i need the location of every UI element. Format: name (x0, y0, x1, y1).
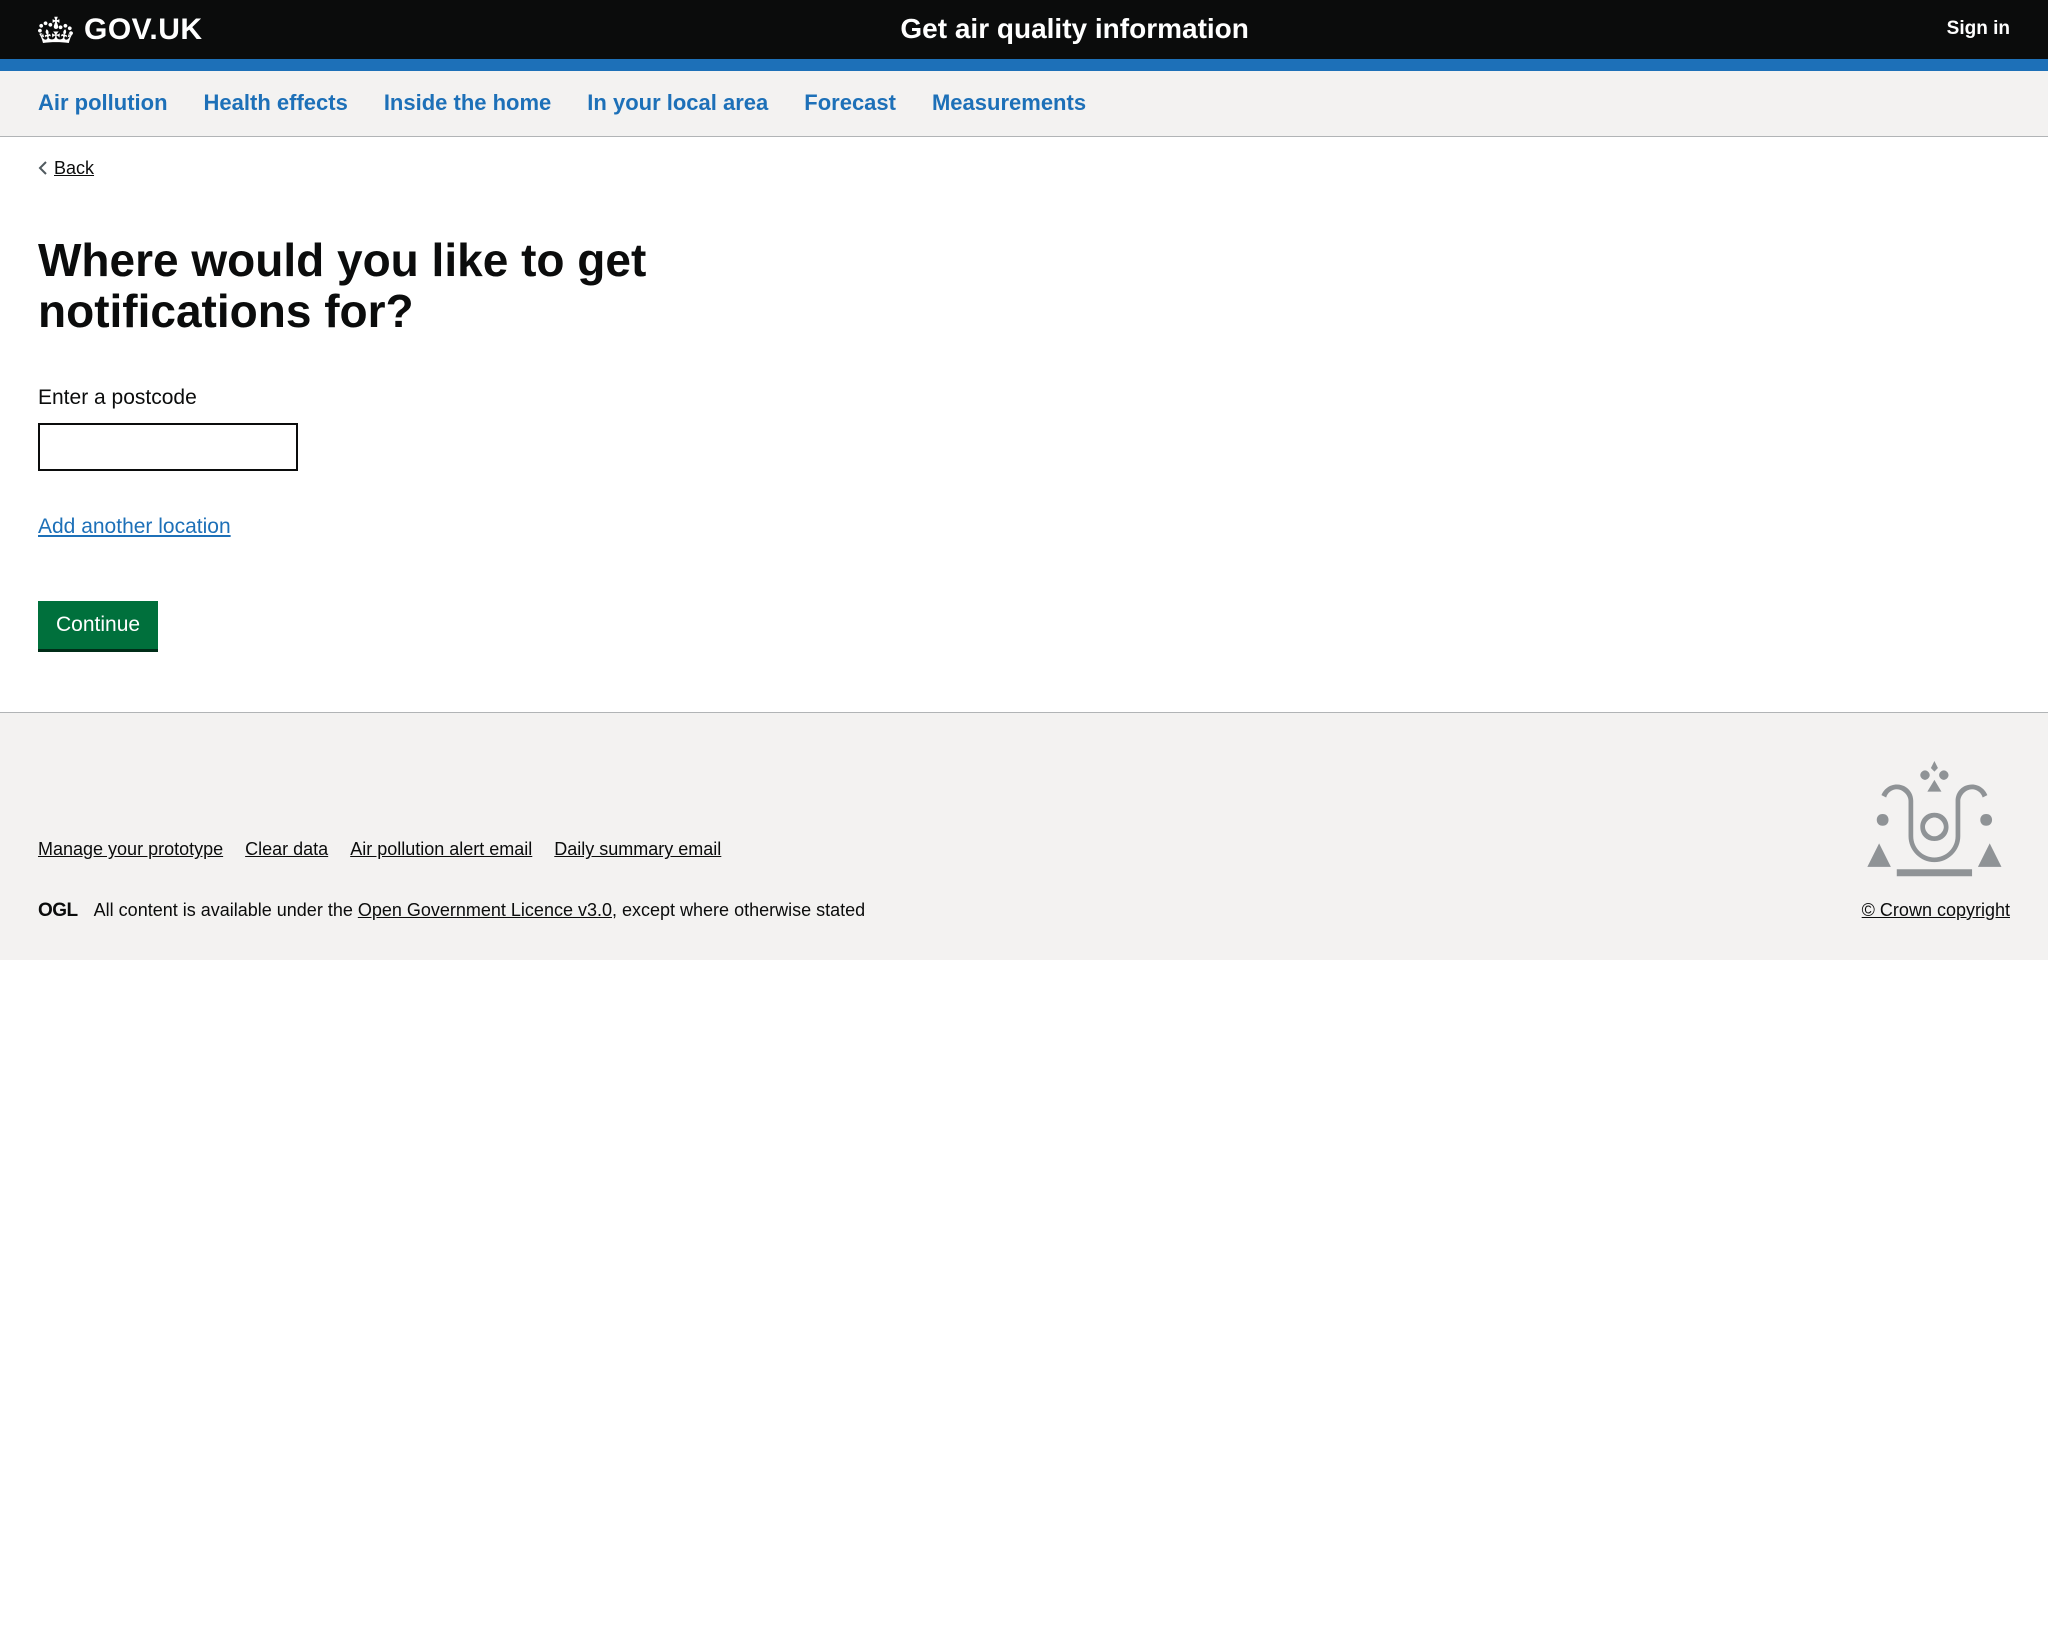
nav-health-effects[interactable]: Health effects (204, 71, 348, 136)
nav-air-pollution[interactable]: Air pollution (38, 71, 168, 136)
govuk-logo-text: GOV.UK (84, 10, 203, 49)
chevron-left-icon (38, 161, 48, 175)
footer-links: Manage your prototype Clear data Air pol… (38, 838, 1820, 863)
licence-text: All content is available under the Open … (94, 899, 865, 922)
postcode-input[interactable] (38, 423, 298, 471)
service-name[interactable]: Get air quality information (203, 11, 1947, 47)
back-link-label: Back (54, 157, 94, 180)
nav-forecast[interactable]: Forecast (804, 71, 896, 136)
sign-in-link[interactable]: Sign in (1947, 17, 2010, 42)
footer-link-manage-prototype[interactable]: Manage your prototype (38, 839, 223, 859)
crown-icon (38, 14, 74, 46)
nav-measurements[interactable]: Measurements (932, 71, 1086, 136)
ogl-link[interactable]: Open Government Licence v3.0 (358, 900, 612, 920)
nav-inside-home[interactable]: Inside the home (384, 71, 551, 136)
site-footer: Manage your prototype Clear data Air pol… (0, 712, 2048, 959)
main-content: Back Where would you like to get notific… (0, 137, 1000, 713)
postcode-label: Enter a postcode (38, 384, 962, 411)
primary-nav: Air pollution Health effects Inside the … (0, 71, 2048, 137)
royal-coat-of-arms-icon (1860, 761, 2010, 881)
footer-link-clear-data[interactable]: Clear data (245, 839, 328, 859)
page-heading: Where would you like to get notification… (38, 235, 678, 336)
footer-link-summary-email[interactable]: Daily summary email (554, 839, 721, 859)
footer-link-alert-email[interactable]: Air pollution alert email (350, 839, 532, 859)
site-header: GOV.UK Get air quality information Sign … (0, 0, 2048, 71)
continue-button[interactable]: Continue (38, 601, 158, 652)
ogl-icon: OGL (38, 899, 78, 924)
govuk-logo[interactable]: GOV.UK (38, 10, 203, 49)
add-another-location-link[interactable]: Add another location (38, 513, 231, 540)
nav-local-area[interactable]: In your local area (587, 71, 768, 136)
crown-copyright-link[interactable]: © Crown copyright (1862, 900, 2010, 920)
back-link[interactable]: Back (38, 157, 94, 180)
